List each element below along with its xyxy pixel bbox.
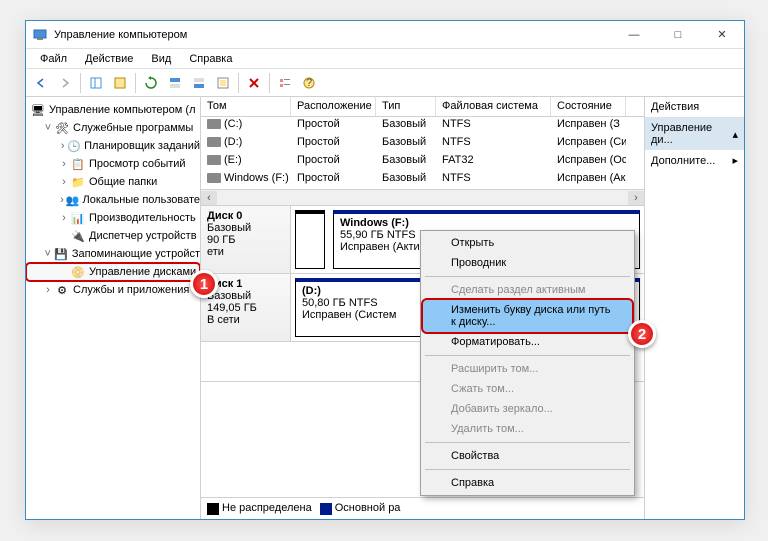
detail-button[interactable]	[274, 72, 296, 94]
col-fs[interactable]: Файловая система	[436, 97, 551, 116]
tree-root[interactable]: 🖥Управление компьютером (л	[26, 101, 200, 119]
users-icon: 👥	[66, 192, 80, 208]
ctx-help[interactable]: Справка	[423, 473, 632, 493]
volume-row[interactable]: (D:)ПростойБазовыйNTFSИсправен (Си	[201, 135, 644, 153]
back-button[interactable]	[30, 72, 52, 94]
perf-icon: 📊	[70, 210, 86, 226]
menu-separator	[425, 442, 630, 443]
volume-icon	[207, 155, 221, 165]
legend-unalloc: Не распределена	[207, 502, 312, 514]
delete-button[interactable]	[243, 72, 265, 94]
close-button[interactable]: ✕	[700, 21, 744, 49]
settings-button[interactable]	[212, 72, 234, 94]
menu-action[interactable]: Действие	[77, 51, 141, 67]
ctx-change-letter[interactable]: Изменить букву диска или путь к диску...	[423, 300, 632, 332]
chevron-up-icon: ▴	[732, 128, 738, 141]
grid-hscroll[interactable]: ‹›	[201, 189, 644, 205]
grid-header: Том Расположение Тип Файловая система Со…	[201, 97, 644, 117]
arrow-left-icon[interactable]: ‹	[201, 191, 217, 205]
ctx-extend: Расширить том...	[423, 359, 632, 379]
tree-diskmgmt[interactable]: 📀Управление дисками	[26, 263, 200, 281]
show-hide-button[interactable]	[85, 72, 107, 94]
tree-devmgr[interactable]: 🔌Диспетчер устройств	[26, 227, 200, 245]
device-icon: 🔌	[70, 228, 86, 244]
forward-button[interactable]	[54, 72, 76, 94]
ctx-explore[interactable]: Проводник	[423, 253, 632, 273]
menu-file[interactable]: Файл	[32, 51, 75, 67]
callout-badge-2: 2	[628, 320, 656, 348]
toolbar: ?	[26, 69, 744, 97]
volume-icon	[207, 137, 221, 147]
chevron-right-icon: ▸	[732, 154, 738, 167]
titlebar: Управление компьютером — □ ✕	[26, 21, 744, 49]
action-item[interactable]: Управление ди...▴	[645, 118, 744, 150]
tree-users[interactable]: ›👥Локальные пользовате	[26, 191, 200, 209]
volume-list: Том Расположение Тип Файловая система Со…	[201, 97, 644, 206]
volume-row[interactable]: Windows (F:)ПростойБазовыйNTFSИсправен (…	[201, 171, 644, 189]
tools-icon: 🛠	[54, 120, 70, 136]
tree-services[interactable]: ›⚙Службы и приложения	[26, 281, 200, 299]
tree-system-tools[interactable]: ˅🛠Служебные программы	[26, 119, 200, 137]
clock-icon: 🕒	[67, 138, 81, 154]
action-item[interactable]: Дополните...▸	[645, 150, 744, 171]
maximize-button[interactable]: □	[656, 21, 700, 49]
col-type[interactable]: Тип	[376, 97, 436, 116]
arrow-right-icon[interactable]: ›	[628, 191, 644, 205]
legend: Не распределена Основной ра	[201, 497, 644, 519]
folder-icon: 📁	[70, 174, 86, 190]
callout-badge-1: 1	[190, 270, 218, 298]
view-top-button[interactable]	[164, 72, 186, 94]
volume-icon	[207, 119, 221, 129]
volume-block[interactable]	[295, 210, 325, 269]
actions-pane: Действия Управление ди...▴ Дополните...▸	[644, 97, 744, 519]
tree-scheduler[interactable]: ›🕒Планировщик заданий	[26, 137, 200, 155]
svg-text:?: ?	[306, 77, 312, 89]
menu-separator	[425, 276, 630, 277]
ctx-format[interactable]: Форматировать...	[423, 332, 632, 352]
ctx-shrink: Сжать том...	[423, 379, 632, 399]
volume-row[interactable]: (E:)ПростойБазовыйFAT32Исправен (Ос	[201, 153, 644, 171]
properties-button[interactable]	[109, 72, 131, 94]
col-volume[interactable]: Том	[201, 97, 291, 116]
computer-icon: 🖥	[30, 102, 46, 118]
menu-help[interactable]: Справка	[181, 51, 240, 67]
app-icon	[32, 27, 48, 43]
legend-primary: Основной ра	[320, 502, 401, 514]
tree-perf[interactable]: ›📊Производительность	[26, 209, 200, 227]
storage-icon: 💾	[53, 246, 68, 262]
body: 🖥Управление компьютером (л ˅🛠Служебные п…	[26, 97, 744, 519]
tree-shared[interactable]: ›📁Общие папки	[26, 173, 200, 191]
menu-separator	[425, 355, 630, 356]
menubar: Файл Действие Вид Справка	[26, 49, 744, 69]
help-button[interactable]: ?	[298, 72, 320, 94]
volume-icon	[207, 173, 221, 183]
ctx-open[interactable]: Открыть	[423, 233, 632, 253]
event-icon: 📋	[70, 156, 86, 172]
tree-pane: 🖥Управление компьютером (л ˅🛠Служебные п…	[26, 97, 201, 519]
window: Управление компьютером — □ ✕ Файл Действ…	[25, 20, 745, 520]
disk-icon: 📀	[70, 264, 86, 280]
ctx-mirror: Добавить зеркало...	[423, 399, 632, 419]
col-layout[interactable]: Расположение	[291, 97, 376, 116]
ctx-properties[interactable]: Свойства	[423, 446, 632, 466]
tree-eventviewer[interactable]: ›📋Просмотр событий	[26, 155, 200, 173]
actions-header: Действия	[645, 97, 744, 118]
refresh-button[interactable]	[140, 72, 162, 94]
menu-view[interactable]: Вид	[143, 51, 179, 67]
col-status[interactable]: Состояние	[551, 97, 626, 116]
ctx-active: Сделать раздел активным	[423, 280, 632, 300]
disk-header[interactable]: Диск 0 Базовый 90 ГБ ети	[201, 206, 291, 273]
minimize-button[interactable]: —	[612, 21, 656, 49]
tree-storage[interactable]: ˅💾Запоминающие устройст	[26, 245, 200, 263]
menu-separator	[425, 469, 630, 470]
context-menu: Открыть Проводник Сделать раздел активны…	[420, 230, 635, 496]
window-title: Управление компьютером	[54, 29, 612, 41]
volume-row[interactable]: (C:)ПростойБазовыйNTFSИсправен (З	[201, 117, 644, 135]
window-controls: — □ ✕	[612, 21, 744, 49]
services-icon: ⚙	[54, 282, 70, 298]
ctx-delete: Удалить том...	[423, 419, 632, 439]
view-bottom-button[interactable]	[188, 72, 210, 94]
